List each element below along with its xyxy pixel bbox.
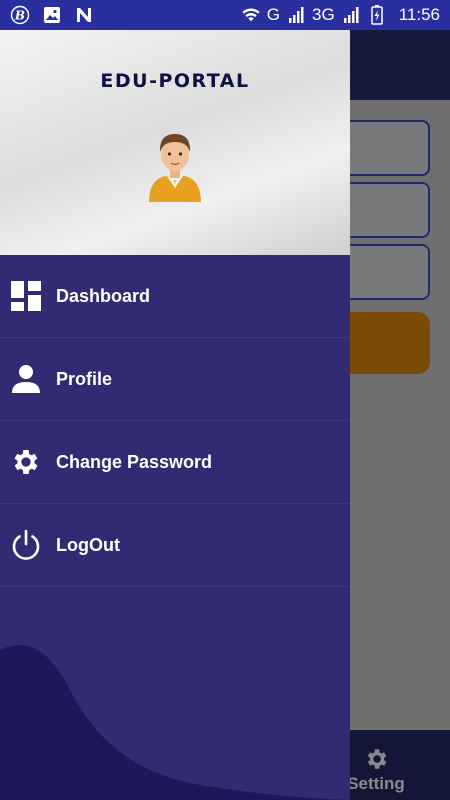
n-app-icon xyxy=(74,5,94,25)
status-bar: B G 3G 11:56 xyxy=(0,0,450,30)
menu-item-logout[interactable]: LogOut xyxy=(0,504,350,587)
network-type-g: G xyxy=(266,5,281,24)
status-time: 11:56 xyxy=(398,5,440,24)
image-icon xyxy=(42,5,62,25)
gear-icon xyxy=(10,446,42,478)
menu-item-change-password[interactable]: Change Password xyxy=(0,421,350,504)
gear-icon xyxy=(367,749,387,769)
battery-icon xyxy=(367,5,387,25)
menu-item-dashboard[interactable]: Dashboard xyxy=(0,255,350,338)
svg-text:B: B xyxy=(14,9,25,23)
network-type-3g: 3G xyxy=(312,5,335,24)
bottom-nav-setting[interactable]: Setting xyxy=(346,746,406,794)
dashboard-icon xyxy=(10,280,42,312)
signal-icon xyxy=(341,5,361,25)
drawer-wave-decoration xyxy=(0,645,350,800)
wifi-icon xyxy=(241,5,261,25)
brand-logo: EDU-PORTAL xyxy=(100,70,250,92)
signal-icon xyxy=(286,5,306,25)
navigation-drawer: EDU-PORTAL Dashboard Profile Change Pass… xyxy=(0,30,350,800)
power-icon xyxy=(10,529,42,561)
menu-label-change-password: Change Password xyxy=(56,451,213,472)
bottom-nav-setting-label: Setting xyxy=(347,774,405,793)
drawer-menu: Dashboard Profile Change Password LogOut xyxy=(0,255,350,587)
menu-label-profile: Profile xyxy=(56,368,113,389)
menu-label-dashboard: Dashboard xyxy=(56,285,151,306)
avatar[interactable] xyxy=(143,124,207,204)
menu-label-logout: LogOut xyxy=(56,534,120,555)
drawer-header: EDU-PORTAL xyxy=(0,30,350,255)
menu-item-profile[interactable]: Profile xyxy=(0,338,350,421)
person-icon xyxy=(10,363,42,395)
b-app-icon: B xyxy=(10,5,30,25)
